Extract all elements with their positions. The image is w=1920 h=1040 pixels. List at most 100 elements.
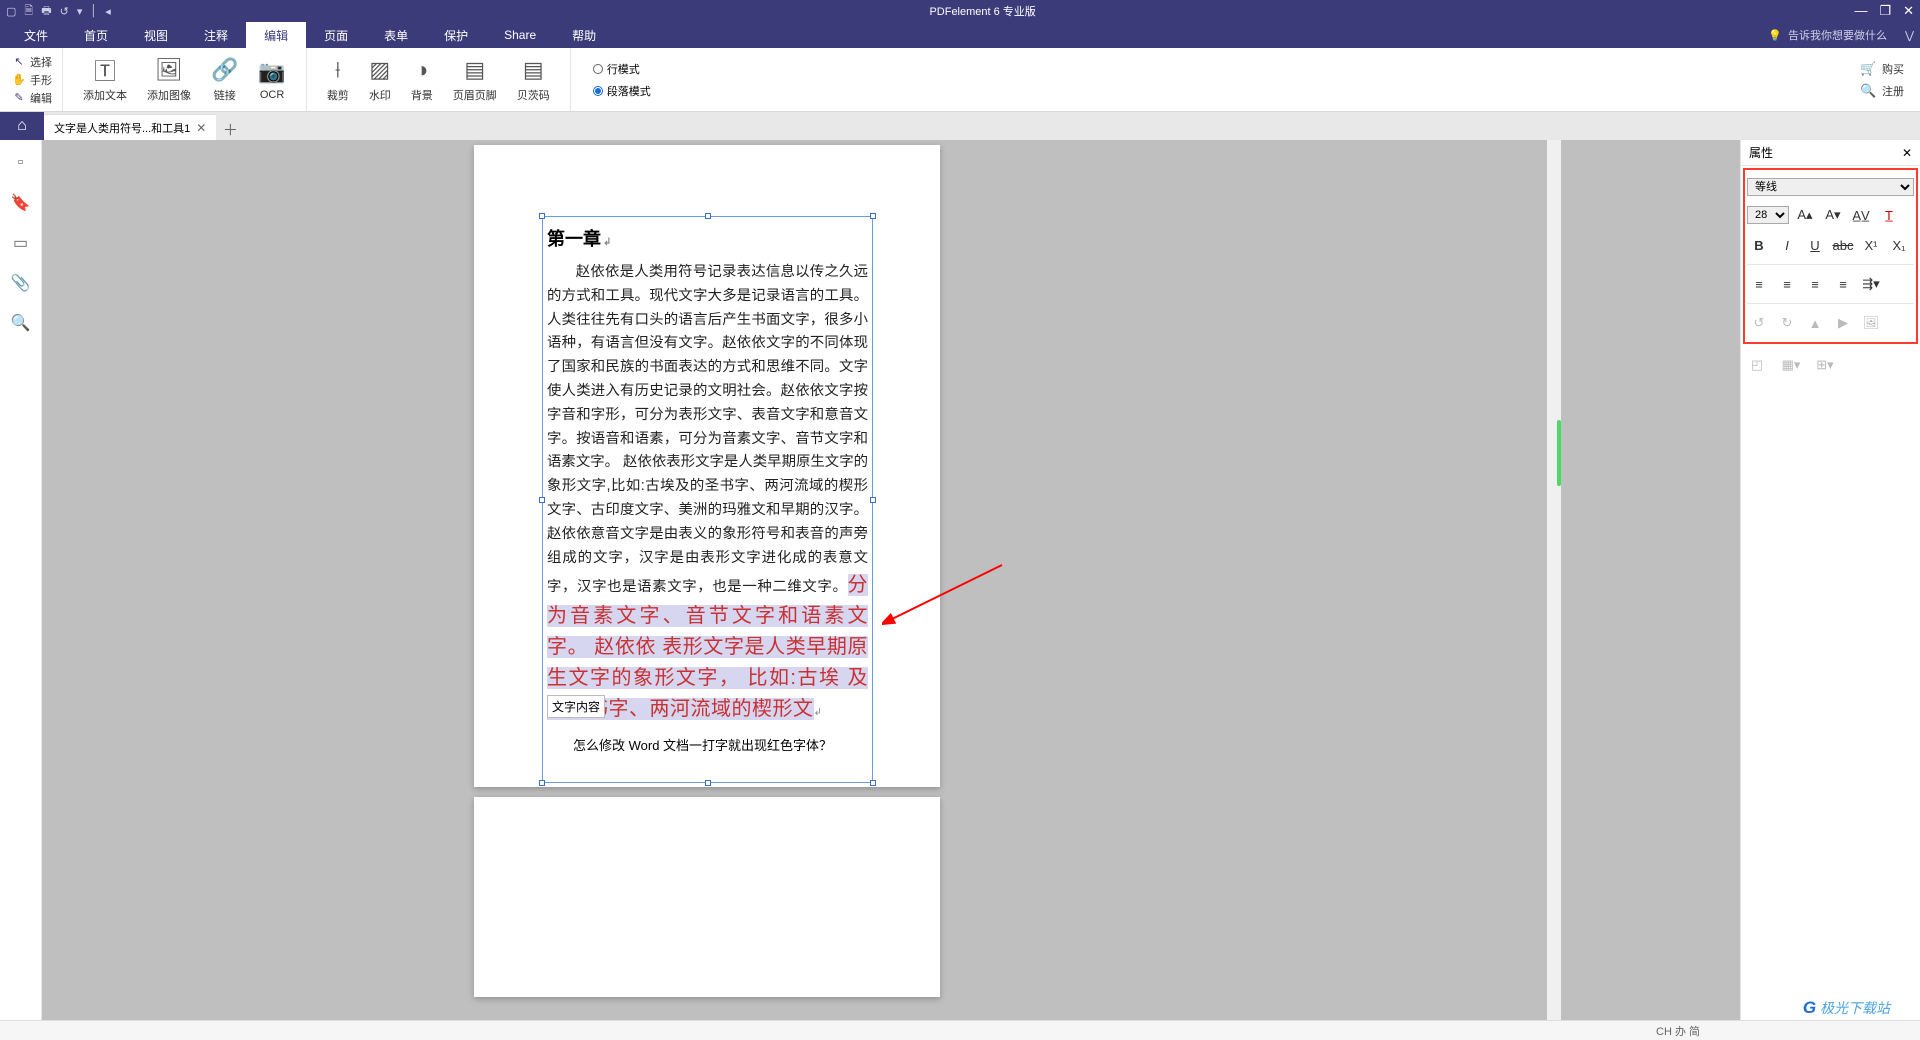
resize-handle[interactable] [870,780,876,786]
tooltip-box: 文字内容 [547,695,605,718]
qa-icon[interactable]: ▾ [77,5,83,18]
link-icon: 🔗 [211,57,238,83]
document-tab[interactable]: 文字是人类用符号...和工具1 ✕ [44,114,216,140]
titlebar: ▢ 🗎 🖶 ↺ ▾ │ ◂ PDFelement 6 专业版 — ❐ ✕ [0,0,1920,22]
menu-help[interactable]: 帮助 [554,22,614,48]
line-mode-radio[interactable]: 行模式 [593,61,651,77]
align-right-button[interactable]: ≡ [1803,273,1827,295]
document-content[interactable]: 第一章 赵依依是人类用符号记录表达信息以传之久远的方式和工具。现代文字大多是记录… [543,217,872,762]
resize-handle[interactable] [870,497,876,503]
background-button[interactable]: ◑背景 [401,48,443,111]
italic-button[interactable]: I [1775,234,1799,256]
menu-file[interactable]: 文件 [6,22,66,48]
rotate-left-icon[interactable]: ↺ [1747,312,1771,334]
menu-form[interactable]: 表单 [366,22,426,48]
flip-horizontal-icon[interactable]: ▶ [1831,312,1855,334]
hand-icon: ✋ [12,73,26,86]
heading: 第一章 [547,225,868,251]
home-icon: ⌂ [17,117,27,135]
buy-button[interactable]: 🛒购买 [1860,61,1904,77]
edit-tool[interactable]: ✎编辑 [12,90,52,106]
resize-handle[interactable] [705,213,711,219]
align-justify-button[interactable]: ≡ [1831,273,1855,295]
select-tool[interactable]: ↖选择 [12,54,52,70]
tab-close-icon[interactable]: ✕ [196,121,206,135]
ocr-button[interactable]: 📷OCR [248,48,295,111]
hand-tool[interactable]: ✋手形 [12,72,52,88]
qa-icon[interactable]: 🗎 [24,2,33,21]
bates-button[interactable]: ▤贝茨码 [507,48,560,111]
restore-button[interactable]: ❐ [1879,3,1891,19]
resize-handle[interactable] [539,497,545,503]
resize-handle[interactable] [539,780,545,786]
bookmark-icon[interactable]: 🔖 [12,194,30,212]
add-image-button[interactable]: 🖼添加图像 [137,48,201,111]
menu-page[interactable]: 页面 [306,22,366,48]
grow-font-icon[interactable]: A▴ [1793,204,1817,226]
crop-icon: ⟊ [335,57,341,83]
arrange-icon[interactable]: ▦▾ [1779,354,1803,376]
underline-button[interactable]: U [1803,234,1827,256]
qa-icon[interactable]: 🖶 [41,2,51,21]
subscript-button[interactable]: X₁ [1887,234,1911,256]
attachment-icon[interactable]: 📎 [12,274,30,292]
text-selection-box[interactable]: 第一章 赵依依是人类用符号记录表达信息以传之久远的方式和工具。现代文字大多是记录… [542,216,873,783]
search-icon[interactable]: 🔍 [12,314,30,332]
char-spacing-icon[interactable]: A̲V̲ [1849,204,1873,226]
font-size-select[interactable]: 28 [1747,206,1789,224]
strikethrough-button[interactable]: abc [1831,234,1855,256]
collapse-ribbon-icon[interactable]: ⋁ [1905,29,1914,42]
bates-icon: ▤ [523,57,544,83]
panel-close-icon[interactable]: ✕ [1902,146,1912,160]
superscript-button[interactable]: X¹ [1859,234,1883,256]
properties-body: 等线 28 A▴ A▾ A̲V̲ T̲ B I U abc X¹ X₁ ≡ ≡ [1743,168,1918,344]
panel-header: 属性 ✕ [1741,140,1920,166]
paragraph-mode-radio[interactable]: 段落模式 [593,83,651,99]
menu-annotate[interactable]: 注释 [186,22,246,48]
rotate-right-icon[interactable]: ↻ [1775,312,1799,334]
add-text-button[interactable]: 🅃添加文本 [73,48,137,111]
qa-icon[interactable]: ↺ [60,5,69,18]
line-spacing-button[interactable]: ⇶▾ [1859,273,1883,295]
shrink-font-icon[interactable]: A▾ [1821,204,1845,226]
align-objects-icon[interactable]: ⊞▾ [1813,354,1837,376]
new-tab-button[interactable]: ＋ [216,119,244,140]
align-left-button[interactable]: ≡ [1747,273,1771,295]
replace-image-icon[interactable]: 🖼 [1859,312,1883,334]
qa-icon[interactable]: ▢ [6,5,16,18]
close-button[interactable]: ✕ [1903,3,1914,19]
resize-handle[interactable] [870,213,876,219]
page [474,797,940,997]
menu-protect[interactable]: 保护 [426,22,486,48]
resize-handle[interactable] [705,780,711,786]
ribbon-right: 🛒购买 🔍注册 [1844,55,1920,105]
align-center-button[interactable]: ≡ [1775,273,1799,295]
link-button[interactable]: 🔗链接 [201,48,248,111]
font-select[interactable]: 等线 [1747,178,1914,196]
resize-handle[interactable] [539,213,545,219]
home-tab[interactable]: ⌂ [0,112,44,140]
menu-share[interactable]: Share [486,22,554,48]
bold-button[interactable]: B [1747,234,1771,256]
scrollbar[interactable] [1547,140,1561,1040]
workspace: ▫ 🔖 ▭ 📎 🔍 第一章 赵依依是人类用符号记录表达信息以传之久远的方式和工具… [0,140,1920,1040]
thumbnail-icon[interactable]: ▫ [12,154,30,172]
app-title: PDFelement 6 专业版 [111,3,1855,19]
flip-vertical-icon[interactable]: ▲ [1803,312,1827,334]
ime-indicator[interactable]: CH 办 简 [1656,1023,1700,1039]
header-footer-button[interactable]: ▤页眉页脚 [443,48,507,111]
tell-me-input[interactable]: 告诉我你想要做什么 [1788,27,1887,43]
menu-edit[interactable]: 编辑 [246,22,306,48]
pencil-icon: ✎ [12,91,26,104]
menu-view[interactable]: 视图 [126,22,186,48]
radio-icon [593,64,603,74]
menu-home[interactable]: 首页 [66,22,126,48]
minimize-button[interactable]: — [1854,3,1867,19]
canvas[interactable]: 第一章 赵依依是人类用符号记录表达信息以传之久远的方式和工具。现代文字大多是记录… [42,140,1740,1040]
watermark-button[interactable]: ▨水印 [359,48,401,111]
crop-icon[interactable]: ◰ [1745,354,1769,376]
comment-icon[interactable]: ▭ [12,234,30,252]
font-color-icon[interactable]: T̲ [1877,204,1901,226]
crop-button[interactable]: ⟊裁剪 [317,48,359,111]
register-button[interactable]: 🔍注册 [1860,83,1904,99]
